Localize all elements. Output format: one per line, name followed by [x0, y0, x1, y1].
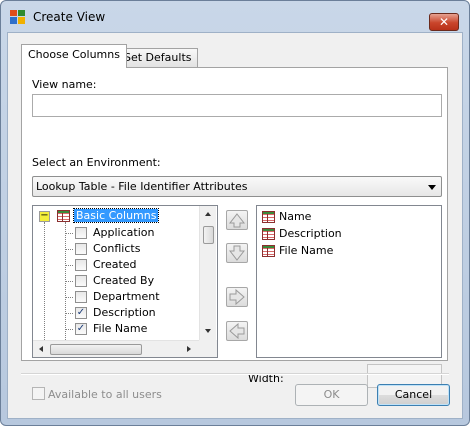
tree-connector [65, 281, 73, 282]
scroll-right-icon[interactable] [187, 346, 191, 352]
close-button[interactable]: ✕ [429, 13, 459, 31]
scroll-thumb[interactable] [50, 344, 142, 355]
view-name-label: View name: [32, 78, 97, 91]
checkbox-checked[interactable]: ✓ [75, 323, 87, 335]
list-item-label: File Name [279, 244, 334, 257]
scroll-left-icon[interactable] [39, 346, 43, 352]
down-arrow-icon [228, 245, 246, 261]
table-grid-icon [57, 210, 70, 222]
close-icon: ✕ [438, 15, 450, 29]
available-to-all-users-checkbox[interactable] [32, 387, 45, 400]
collapse-icon[interactable]: − [39, 211, 50, 222]
choose-columns-panel: View name: Select an Environment: Lookup… [21, 67, 448, 388]
right-arrow-icon [229, 288, 245, 306]
tree-connector [65, 313, 73, 314]
tree-item-label: Created By [93, 274, 155, 287]
available-to-all-users-label: Available to all users [48, 388, 162, 401]
table-grid-icon [262, 245, 275, 257]
checkbox-checked[interactable]: ✓ [75, 307, 87, 319]
scroll-down-icon[interactable] [205, 329, 211, 333]
checkbox[interactable] [75, 259, 87, 271]
create-view-dialog: Create View ✕ Choose Columns Set Default… [0, 0, 470, 426]
available-columns-tree[interactable]: − Basic Columns Application Conflicts Cr… [32, 205, 218, 358]
list-item-label: Name [279, 210, 312, 223]
create-view-icon [10, 10, 25, 24]
tree-horizontal-scrollbar[interactable] [33, 340, 199, 357]
move-down-button[interactable] [226, 243, 248, 263]
view-name-input[interactable] [32, 94, 442, 117]
up-arrow-icon [228, 213, 246, 228]
selected-columns-list[interactable]: Name Description File Name [256, 205, 442, 358]
scroll-thumb[interactable] [203, 226, 214, 244]
left-arrow-icon [229, 322, 245, 340]
environment-label: Select an Environment: [32, 156, 161, 169]
scroll-corner [199, 340, 217, 357]
tree-item-label: Description [93, 306, 156, 319]
title-bar[interactable]: Create View ✕ [1, 1, 469, 31]
tree-item-label: Created [93, 258, 137, 271]
tree-item-label: Application [93, 226, 155, 239]
cancel-button[interactable]: Cancel [377, 384, 450, 406]
tree-vertical-scrollbar[interactable] [199, 206, 216, 340]
tree-connector [65, 329, 73, 330]
window-title: Create View [33, 10, 106, 24]
checkbox[interactable] [75, 275, 87, 287]
tree-item-label: Department [93, 290, 160, 303]
checkbox[interactable] [75, 291, 87, 303]
tab-choose-columns[interactable]: Choose Columns [21, 44, 127, 68]
tree-root-label: Basic Columns [72, 208, 160, 223]
environment-select[interactable]: Lookup Table - File Identifier Attribute… [32, 176, 442, 197]
remove-column-button[interactable] [226, 321, 248, 341]
tree-connector [65, 297, 73, 298]
add-column-button[interactable] [226, 287, 248, 307]
chevron-down-icon [428, 185, 436, 190]
tab-set-defaults[interactable]: Set Defaults [117, 48, 199, 67]
tree-item-label: File Name [93, 322, 148, 335]
dialog-body: Choose Columns Set Defaults View name: S… [7, 32, 463, 419]
scroll-up-icon[interactable] [205, 212, 211, 216]
environment-value: Lookup Table - File Identifier Attribute… [36, 180, 248, 193]
move-up-button[interactable] [226, 210, 248, 230]
tree-connector [65, 265, 73, 266]
checkbox[interactable] [75, 243, 87, 255]
table-grid-icon [262, 211, 275, 223]
list-item-label: Description [279, 227, 342, 240]
tree-connector [65, 249, 73, 250]
tree-connector [65, 233, 73, 234]
tree-item-label: Conflicts [93, 242, 141, 255]
ok-button[interactable]: OK [295, 384, 368, 406]
divider [21, 373, 449, 375]
table-grid-icon [262, 228, 275, 240]
tree-connector [44, 222, 45, 340]
checkbox[interactable] [75, 227, 87, 239]
